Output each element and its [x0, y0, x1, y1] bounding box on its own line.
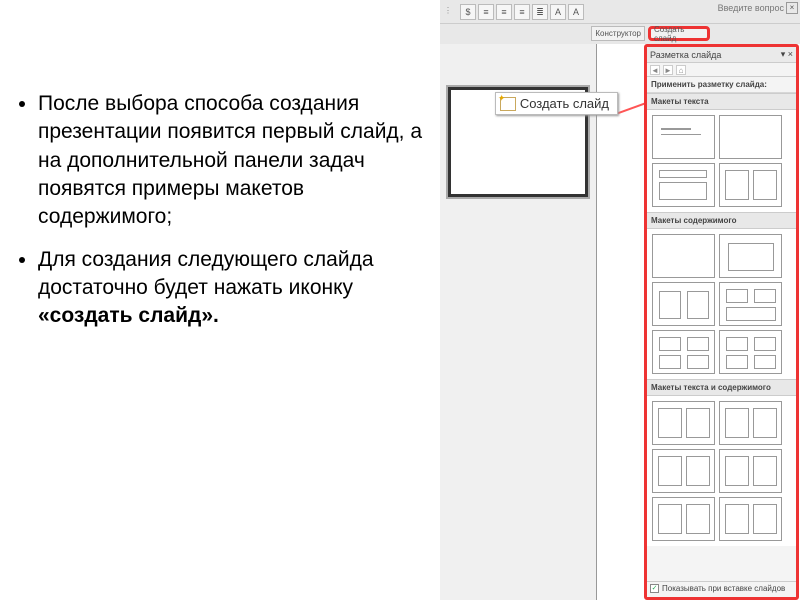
task-pane-highlighted: Разметка слайда ▾ × ◄ ► ⌂ Применить разм… — [644, 44, 799, 600]
create-slide-callout: Создать слайд — [495, 92, 618, 115]
home-icon[interactable]: ⌂ — [676, 65, 686, 75]
slide-body: После выбора способа создания презентаци… — [18, 90, 428, 345]
second-toolbar: Конструктор Создать слайд — [440, 24, 800, 44]
layout-thumb[interactable] — [652, 282, 715, 326]
content-layouts-grid — [647, 229, 796, 379]
align-left-icon[interactable]: ≡ — [478, 4, 494, 20]
new-slide-icon — [500, 97, 516, 111]
forward-icon[interactable]: ► — [663, 65, 673, 75]
slide-outline-pane — [440, 44, 597, 600]
toolbar-button[interactable]: $ — [460, 4, 476, 20]
apply-layout-label: Применить разметку слайда: — [647, 77, 796, 93]
layout-thumb[interactable] — [719, 163, 782, 207]
layout-thumb[interactable] — [719, 115, 782, 159]
section-content-layouts: Макеты содержимого — [647, 212, 796, 229]
task-pane-title: Разметка слайда ▾ × — [647, 47, 796, 63]
layout-thumb[interactable] — [719, 497, 782, 541]
text-layouts-grid — [647, 110, 796, 212]
text-content-layouts-grid — [647, 396, 796, 546]
toolbar-grip-icon: ⋮ — [444, 6, 455, 15]
align-center-icon[interactable]: ≡ — [496, 4, 512, 20]
layout-thumb[interactable] — [652, 497, 715, 541]
layout-thumb[interactable] — [719, 330, 782, 374]
layout-thumb[interactable] — [719, 449, 782, 493]
layout-thumb[interactable] — [719, 282, 782, 326]
question-input[interactable]: Введите вопрос — [718, 3, 784, 13]
section-text-content-layouts: Макеты текста и содержимого — [647, 379, 796, 396]
font-increase-icon[interactable]: A — [550, 4, 566, 20]
constructor-button[interactable]: Конструктор — [591, 26, 645, 41]
font-decrease-icon[interactable]: A — [568, 4, 584, 20]
section-text-layouts: Макеты текста — [647, 93, 796, 110]
task-pane-nav: ◄ ► ⌂ — [647, 63, 796, 77]
align-right-icon[interactable]: ≡ — [514, 4, 530, 20]
toolbar: ⋮ $ ≡ ≡ ≡ ≣ A A Введите вопрос × — [440, 0, 800, 24]
back-icon[interactable]: ◄ — [650, 65, 660, 75]
layout-thumb[interactable] — [652, 401, 715, 445]
layout-thumb[interactable] — [652, 163, 715, 207]
dropdown-icon[interactable]: ▾ × — [781, 49, 793, 60]
checkbox-icon: ✓ — [650, 584, 659, 593]
layout-thumb[interactable] — [652, 330, 715, 374]
layout-thumb[interactable] — [719, 401, 782, 445]
layout-thumb[interactable] — [652, 449, 715, 493]
show-on-insert-checkbox[interactable]: ✓ Показывать при вставке слайдов — [647, 581, 796, 595]
bullet-1: После выбора способа создания презентаци… — [38, 90, 428, 232]
powerpoint-screenshot: ⋮ $ ≡ ≡ ≡ ≣ A A Введите вопрос × Констру… — [440, 0, 800, 600]
toolbar-button[interactable]: ≣ — [532, 4, 548, 20]
layout-thumb[interactable] — [719, 234, 782, 278]
create-slide-button-highlighted[interactable]: Создать слайд — [648, 26, 710, 41]
close-icon[interactable]: × — [786, 2, 798, 14]
layout-thumb[interactable] — [652, 234, 715, 278]
bullet-2: Для создания следующего слайда достаточн… — [38, 246, 428, 331]
layout-thumb[interactable] — [652, 115, 715, 159]
